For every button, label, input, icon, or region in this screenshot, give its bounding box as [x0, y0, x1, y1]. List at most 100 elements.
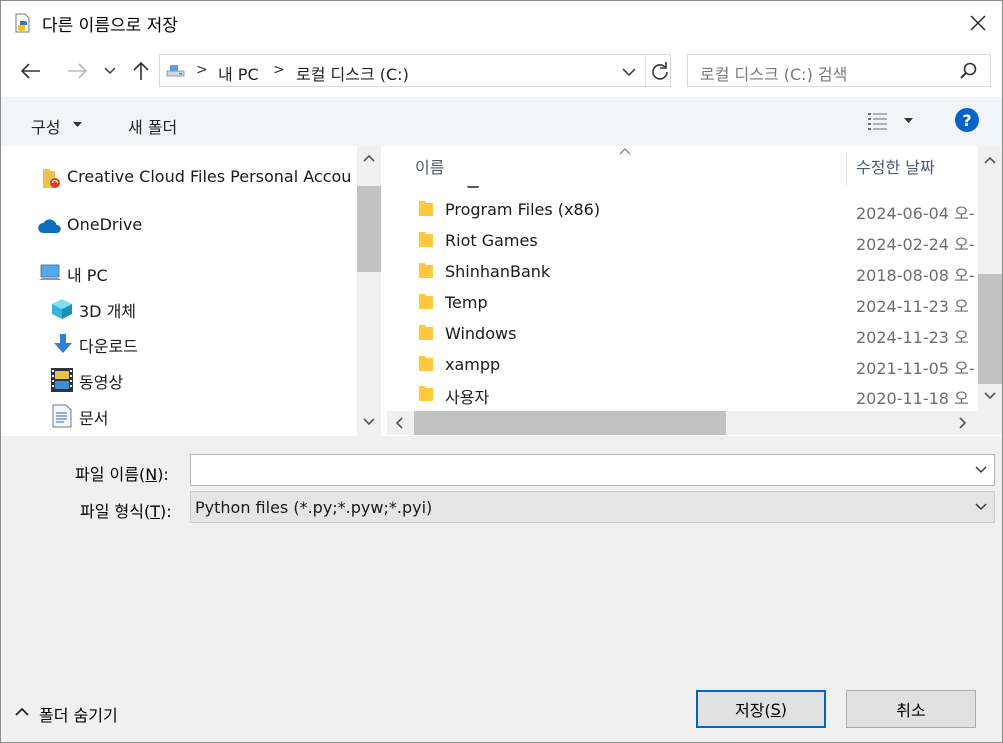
file-row-shinhanbank[interactable]: ShinhanBank 2018-08-08 오-	[387, 257, 977, 285]
save-as-dialog: 다른 이름으로 저장 > 내 PC > 로컬 디스크 (C:) 로컬 디스크 (…	[0, 0, 1003, 743]
file-row-users[interactable]: 사용자 2020-11-18 오	[387, 380, 977, 408]
scroll-right-icon	[959, 417, 967, 429]
scroll-down-icon	[363, 418, 375, 426]
folder-icon	[419, 263, 433, 278]
scroll-up-icon	[984, 156, 996, 164]
search-input[interactable]: 로컬 디스크 (C:) 검색	[687, 54, 991, 87]
nav-item-creative-cloud[interactable]: Creative Cloud Files Personal Accou	[39, 164, 359, 192]
recent-locations-button[interactable]	[101, 61, 119, 81]
up-button[interactable]	[128, 57, 154, 85]
address-bar[interactable]: > 내 PC > 로컬 디스크 (C:)	[159, 54, 671, 87]
file-date: 2020-11-18 오	[856, 389, 969, 408]
column-header-name[interactable]: 이름	[415, 154, 444, 178]
arrow-up-icon	[133, 61, 149, 80]
arrow-left-icon	[20, 63, 40, 79]
filetype-value: Python files (*.py;*.pyw;*.pyi)	[195, 498, 433, 517]
caret-down-icon	[73, 122, 82, 127]
arrow-right-icon	[68, 63, 88, 79]
file-row-windows[interactable]: Windows 2024-11-23 오	[387, 319, 977, 347]
filename-input[interactable]	[190, 454, 995, 486]
forward-button[interactable]	[59, 57, 95, 85]
computer-icon	[39, 264, 61, 280]
file-row-xampp[interactable]: xampp 2021-11-05 오-	[387, 350, 977, 378]
breadcrumb-my-pc[interactable]: 내 PC	[218, 61, 259, 85]
download-arrow-icon	[54, 334, 72, 353]
hide-folders-label: 폴더 숨기기	[39, 706, 118, 725]
nav-item-label: 다운로드	[79, 337, 138, 356]
help-icon: ?	[962, 110, 972, 130]
breadcrumb-separator-icon: >	[196, 62, 208, 78]
scroll-up-icon	[363, 154, 375, 162]
file-date: 2021-11-05 오-	[856, 359, 975, 378]
nav-pane-scrollbar[interactable]	[357, 146, 381, 436]
refresh-button[interactable]	[650, 61, 670, 81]
breadcrumb-local-disk[interactable]: 로컬 디스크 (C:)	[296, 61, 409, 85]
file-date: 2024-06-04 오-	[856, 204, 975, 223]
file-date: 2024-02-24 오-	[856, 235, 975, 254]
column-divider[interactable]	[846, 152, 847, 186]
nav-pane-scroll-thumb[interactable]	[357, 186, 381, 272]
breadcrumb-separator-icon: >	[273, 62, 285, 78]
chevron-up-icon	[15, 707, 29, 716]
save-options-panel: 파일 이름(N): 파일 형식(T): Python files (*.py;*…	[1, 436, 1002, 742]
column-header-date[interactable]: 수정한 날짜	[856, 154, 935, 178]
navigation-pane: Creative Cloud Files Personal Accou OneD…	[1, 146, 383, 436]
search-icon	[960, 62, 977, 79]
onedrive-cloud-icon	[38, 219, 61, 233]
file-name: Riot Games	[445, 231, 538, 250]
video-film-icon	[51, 368, 73, 392]
nav-item-label: OneDrive	[67, 215, 143, 234]
back-button[interactable]	[13, 57, 49, 85]
file-list-vscroll-thumb[interactable]	[978, 274, 1002, 384]
nav-item-documents[interactable]: 문서	[51, 402, 351, 430]
file-name: Temp	[445, 293, 488, 312]
nav-item-label: 문서	[79, 409, 109, 428]
hide-folders-toggle[interactable]: 폴더 숨기기	[13, 698, 153, 726]
nav-item-label: Creative Cloud Files Personal Accou	[67, 167, 352, 186]
chevron-down-icon	[104, 67, 116, 74]
address-dropdown-button[interactable]	[622, 63, 638, 79]
nav-item-my-pc[interactable]: 내 PC	[39, 259, 339, 287]
window-title: 다른 이름으로 저장	[42, 16, 178, 36]
file-name: xampp	[445, 355, 501, 374]
file-name: 사용자	[445, 388, 490, 407]
file-date: 2024-11-23 오	[856, 328, 969, 347]
nav-item-onedrive[interactable]: OneDrive	[37, 212, 337, 240]
filetype-label: 파일 형식(T):	[80, 502, 172, 521]
file-row-temp[interactable]: Temp 2024-11-23 오	[387, 288, 977, 316]
filetype-select[interactable]: Python files (*.py;*.pyw;*.pyi)	[190, 491, 995, 523]
scrollbar-corner	[978, 411, 1002, 435]
title-bar: 다른 이름으로 저장	[1, 1, 1002, 45]
python-file-icon	[15, 13, 30, 33]
nav-item-videos[interactable]: 동영상	[51, 366, 351, 394]
file-list-vscrollbar[interactable]	[978, 146, 1002, 411]
file-date: 2024-11-23 오	[856, 297, 969, 316]
clipped-row	[387, 186, 977, 190]
search-placeholder: 로컬 디스크 (C:) 검색	[700, 65, 848, 84]
new-folder-button[interactable]: 새 폴더	[119, 102, 199, 140]
file-row-program-files-x86[interactable]: Program Files (x86) 2024-06-04 오-	[387, 195, 977, 223]
close-icon	[970, 15, 986, 31]
file-row-riot-games[interactable]: Riot Games 2024-02-24 오-	[387, 226, 977, 254]
nav-item-label: 내 PC	[67, 266, 108, 285]
chevron-down-icon	[975, 503, 987, 510]
nav-item-downloads[interactable]: 다운로드	[51, 330, 351, 358]
file-list-hscroll-thumb[interactable]	[414, 411, 726, 435]
file-list-hscrollbar[interactable]	[387, 411, 978, 435]
folder-icon	[419, 232, 433, 247]
close-button[interactable]	[955, 3, 1001, 43]
details-view-icon	[868, 113, 887, 130]
chevron-down-icon	[975, 466, 987, 473]
save-button[interactable]: 저장(S)	[696, 690, 826, 728]
organize-button[interactable]: 구성	[23, 102, 93, 140]
3d-cube-icon	[52, 299, 72, 319]
nav-item-label: 3D 개체	[79, 302, 137, 321]
help-button[interactable]: ?	[955, 108, 979, 132]
creative-cloud-folder-icon	[43, 169, 60, 188]
organize-label: 구성	[31, 118, 61, 137]
scroll-left-icon	[395, 417, 403, 429]
address-divider	[645, 55, 646, 86]
view-options-button[interactable]	[861, 107, 917, 135]
nav-item-3d-objects[interactable]: 3D 개체	[51, 295, 351, 323]
cancel-button[interactable]: 취소	[846, 690, 976, 728]
